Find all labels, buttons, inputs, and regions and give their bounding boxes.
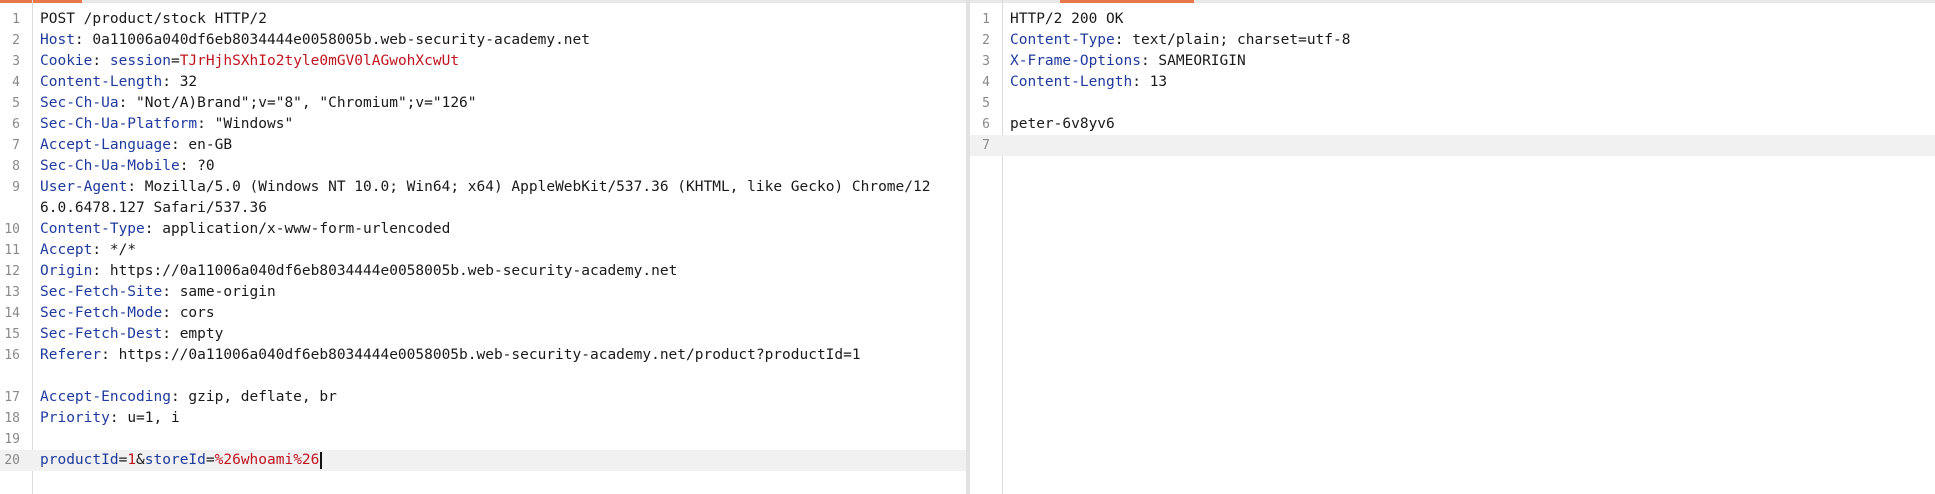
header-name: Accept-Encoding — [40, 389, 171, 405]
request-line-4: 4 Content-Length: 32 — [12, 74, 198, 90]
request-line-5: 5 Sec-Ch-Ua: "Not/A)Brand";v="8", "Chromi… — [12, 95, 477, 111]
request-line-19: 19 — [4, 432, 20, 447]
response-viewer[interactable]: 1 HTTP/2 200 OK 2 Content-Type: text/plain… — [970, 0, 1935, 494]
header-value: gzip, deflate, br — [188, 389, 337, 405]
header-value: */* — [109, 242, 137, 258]
header-name: Sec-Ch-Ua-Platform — [40, 116, 198, 132]
request-line-16: 16 Referer: https://0a11006a040df6eb80344… — [4, 347, 861, 363]
status-line: HTTP/2 200 OK — [1010, 11, 1124, 27]
header-name: Cookie — [40, 53, 93, 69]
request-line-text: POST /product/stock HTTP/2 — [40, 11, 267, 27]
cookie-name: session — [109, 53, 171, 69]
response-line-1: 1 HTTP/2 200 OK — [982, 11, 1124, 27]
header-name: Sec-Ch-Ua — [40, 95, 119, 111]
request-line-10: 10 Content-Type: application/x-www-form-u… — [4, 221, 451, 237]
request-line-2: 2 Host: 0a11006a040df6eb8034444e0058005b.… — [12, 32, 590, 48]
request-editor[interactable]: 1 POST /product/stock HTTP/2 2 Host: 0a110… — [0, 0, 966, 494]
header-name: Priority — [40, 410, 110, 426]
header-name: Content-Type — [40, 221, 145, 237]
request-line-18: 18 Priority: u=1, i — [4, 410, 180, 426]
response-line-3: 3 X-Frame-Options: SAMEORIGIN — [982, 53, 1246, 69]
request-line-12: 12 Origin: https://0a11006a040df6eb803444… — [4, 263, 678, 279]
header-value: u=1, i — [127, 410, 180, 426]
header-value: 32 — [179, 74, 198, 90]
header-value: "Not/A)Brand";v="8", "Chromium";v="126" — [136, 95, 477, 111]
request-line-7: 7 Accept-Language: en-GB — [12, 137, 233, 153]
response-body-text: peter-6v8yv6 — [1010, 116, 1115, 132]
cookie-value: TJrHjhSXhIo2tyle0mGV0lAGwohXcwUt — [179, 53, 460, 69]
request-line-8: 8 Sec-Ch-Ua-Mobile: ?0 — [12, 158, 215, 174]
header-value: en-GB — [188, 137, 233, 153]
header-value: 0a11006a040df6eb8034444e0058005b.web-sec… — [92, 32, 590, 48]
response-line-4: 4 Content-Length: 13 — [982, 74, 1168, 90]
header-value: 13 — [1149, 74, 1168, 90]
request-lines: 1 POST /product/stock HTTP/2 2 Host: 0a110… — [0, 9, 966, 471]
param-name: storeId — [144, 452, 206, 468]
request-line-17: 17 Accept-Encoding: gzip, deflate, br — [4, 389, 337, 405]
header-name: X-Frame-Options — [1010, 53, 1141, 69]
request-line-9: 9 User-Agent: Mozilla/5.0 (Windows NT 10.… — [12, 179, 931, 216]
request-line-3: 3 Cookie: session=TJrHjhSXhIo2tyle0mGV0lA… — [12, 53, 460, 69]
header-name: Sec-Fetch-Site — [40, 284, 163, 300]
header-value: Mozilla/5.0 (Windows NT 10.0; Win64; x64… — [40, 179, 931, 216]
param-value: %26whoami%26 — [214, 452, 320, 468]
header-name: Accept-Language — [40, 137, 171, 153]
response-line-5: 5 — [982, 96, 990, 111]
response-line-2: 2 Content-Type: text/plain; charset=utf-8 — [982, 32, 1351, 48]
header-value: https://0a11006a040df6eb8034444e0058005b… — [109, 347, 861, 363]
header-name: User-Agent — [40, 179, 128, 195]
header-name: Sec-Fetch-Mode — [40, 305, 163, 321]
header-value: application/x-www-form-urlencoded — [162, 221, 451, 237]
request-line-6: 6 Sec-Ch-Ua-Platform: "Windows" — [12, 116, 294, 132]
response-body-line: 6 peter-6v8yv6 — [982, 116, 1115, 132]
header-value: https://0a11006a040df6eb8034444e0058005b… — [109, 263, 678, 279]
header-value: "Windows" — [214, 116, 294, 132]
param-value: 1 — [127, 452, 137, 468]
param-name: productId — [40, 452, 119, 468]
header-name: Origin — [40, 263, 93, 279]
header-name: Sec-Fetch-Dest — [40, 326, 163, 342]
header-name: Sec-Ch-Ua-Mobile — [40, 158, 180, 174]
text-cursor — [320, 451, 323, 469]
header-value: ?0 — [197, 158, 215, 174]
header-name: Referer — [40, 347, 102, 363]
request-line-14: 14 Sec-Fetch-Mode: cors — [4, 305, 215, 321]
request-line-15: 15 Sec-Fetch-Dest: empty — [4, 326, 224, 342]
header-value: cors — [179, 305, 215, 321]
header-name: Content-Length — [40, 74, 163, 90]
response-line-7: 7 — [970, 135, 1935, 156]
header-name: Host — [40, 32, 75, 48]
request-line-11: 11 Accept: */* — [4, 242, 137, 258]
request-line-1: 1 POST /product/stock HTTP/2 — [12, 11, 267, 27]
request-line-13: 13 Sec-Fetch-Site: same-origin — [4, 284, 276, 300]
header-value: SAMEORIGIN — [1158, 53, 1246, 69]
response-tab-indicator — [1060, 0, 1194, 3]
header-value: text/plain; charset=utf-8 — [1132, 32, 1351, 48]
response-lines: 1 HTTP/2 200 OK 2 Content-Type: text/plain… — [970, 9, 1935, 156]
request-body-line[interactable]: 20 productId=1&storeId=%26whoami%26 — [0, 450, 966, 471]
header-value: same-origin — [179, 284, 276, 300]
header-name: Content-Length — [1010, 74, 1133, 90]
header-name: Content-Type — [1010, 32, 1115, 48]
request-tab-strip — [0, 0, 966, 3]
header-name: Accept — [40, 242, 93, 258]
header-value: empty — [179, 326, 224, 342]
